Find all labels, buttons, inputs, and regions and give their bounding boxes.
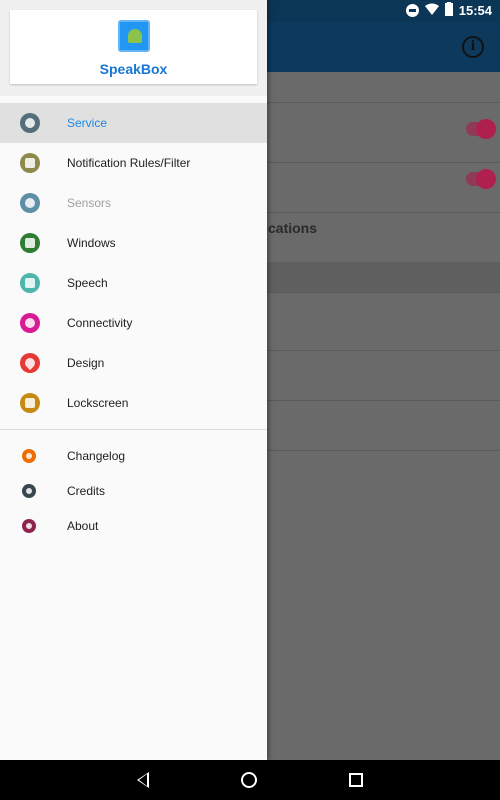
- menu-item-changelog[interactable]: Changelog: [0, 438, 267, 473]
- menu-item-design[interactable]: Design: [0, 343, 267, 383]
- speakbox-logo-icon: [118, 20, 150, 52]
- rss-icon: [20, 313, 40, 333]
- recents-icon[interactable]: [349, 773, 363, 787]
- droplet-icon: [20, 353, 40, 373]
- menu-item-windows[interactable]: Windows: [0, 223, 267, 263]
- lock-screen-icon: [20, 393, 40, 413]
- menu-item-connectivity[interactable]: Connectivity: [0, 303, 267, 343]
- sync-icon: [20, 193, 40, 213]
- section-heading-partial: cations: [268, 220, 318, 236]
- menu-item-label: Service: [67, 116, 108, 130]
- folder-icon: [20, 233, 40, 253]
- system-navigation-bar: [0, 760, 500, 800]
- home-icon[interactable]: [241, 772, 257, 788]
- app-name: SpeakBox: [99, 61, 168, 77]
- toggle-switch[interactable]: [466, 169, 496, 189]
- menu-item-label: Notification Rules/Filter: [67, 156, 191, 170]
- menu-item-service[interactable]: Service: [0, 103, 267, 143]
- megaphone-icon: [20, 273, 40, 293]
- menu-item-about[interactable]: About: [0, 508, 267, 543]
- list-icon: [20, 153, 40, 173]
- menu-item-label: Design: [67, 356, 105, 370]
- paperclip-icon: [22, 483, 36, 498]
- menu-item-label: Lockscreen: [67, 396, 129, 410]
- menu-item-notification-rules[interactable]: Notification Rules/Filter: [0, 143, 267, 183]
- menu-item-speech[interactable]: Speech: [0, 263, 267, 303]
- menu-item-label: Speech: [67, 276, 108, 290]
- menu-item-label: Windows: [67, 236, 116, 250]
- toggle-switch[interactable]: [466, 119, 496, 139]
- menu-item-label: About: [67, 518, 99, 533]
- menu-item-lockscreen[interactable]: Lockscreen: [0, 383, 267, 423]
- wifi-icon: [424, 3, 439, 18]
- app-header-card: SpeakBox: [10, 10, 257, 84]
- secondary-menu: Changelog Credits About: [0, 430, 267, 543]
- menu-item-sensors[interactable]: Sensors: [0, 183, 267, 223]
- globe-icon: [20, 113, 40, 133]
- menu-item-label: Sensors: [67, 196, 112, 210]
- drawer-menu: Service Notification Rules/Filter Sensor…: [0, 103, 267, 543]
- battery-charging-icon: [444, 2, 453, 19]
- changelog-icon: [22, 448, 36, 463]
- menu-item-label: Changelog: [67, 448, 126, 463]
- navigation-drawer: SpeakBox Service Notification Rules/Filt…: [0, 0, 267, 760]
- clock-time: 15:54: [458, 3, 492, 18]
- info-icon[interactable]: i: [462, 36, 484, 58]
- menu-item-label: Connectivity: [67, 316, 133, 330]
- power-icon: [22, 518, 36, 533]
- do-not-disturb-icon: [405, 4, 419, 17]
- menu-item-credits[interactable]: Credits: [0, 473, 267, 508]
- back-icon[interactable]: [137, 772, 149, 788]
- menu-item-label: Credits: [67, 483, 106, 498]
- drawer-header: SpeakBox: [0, 0, 267, 96]
